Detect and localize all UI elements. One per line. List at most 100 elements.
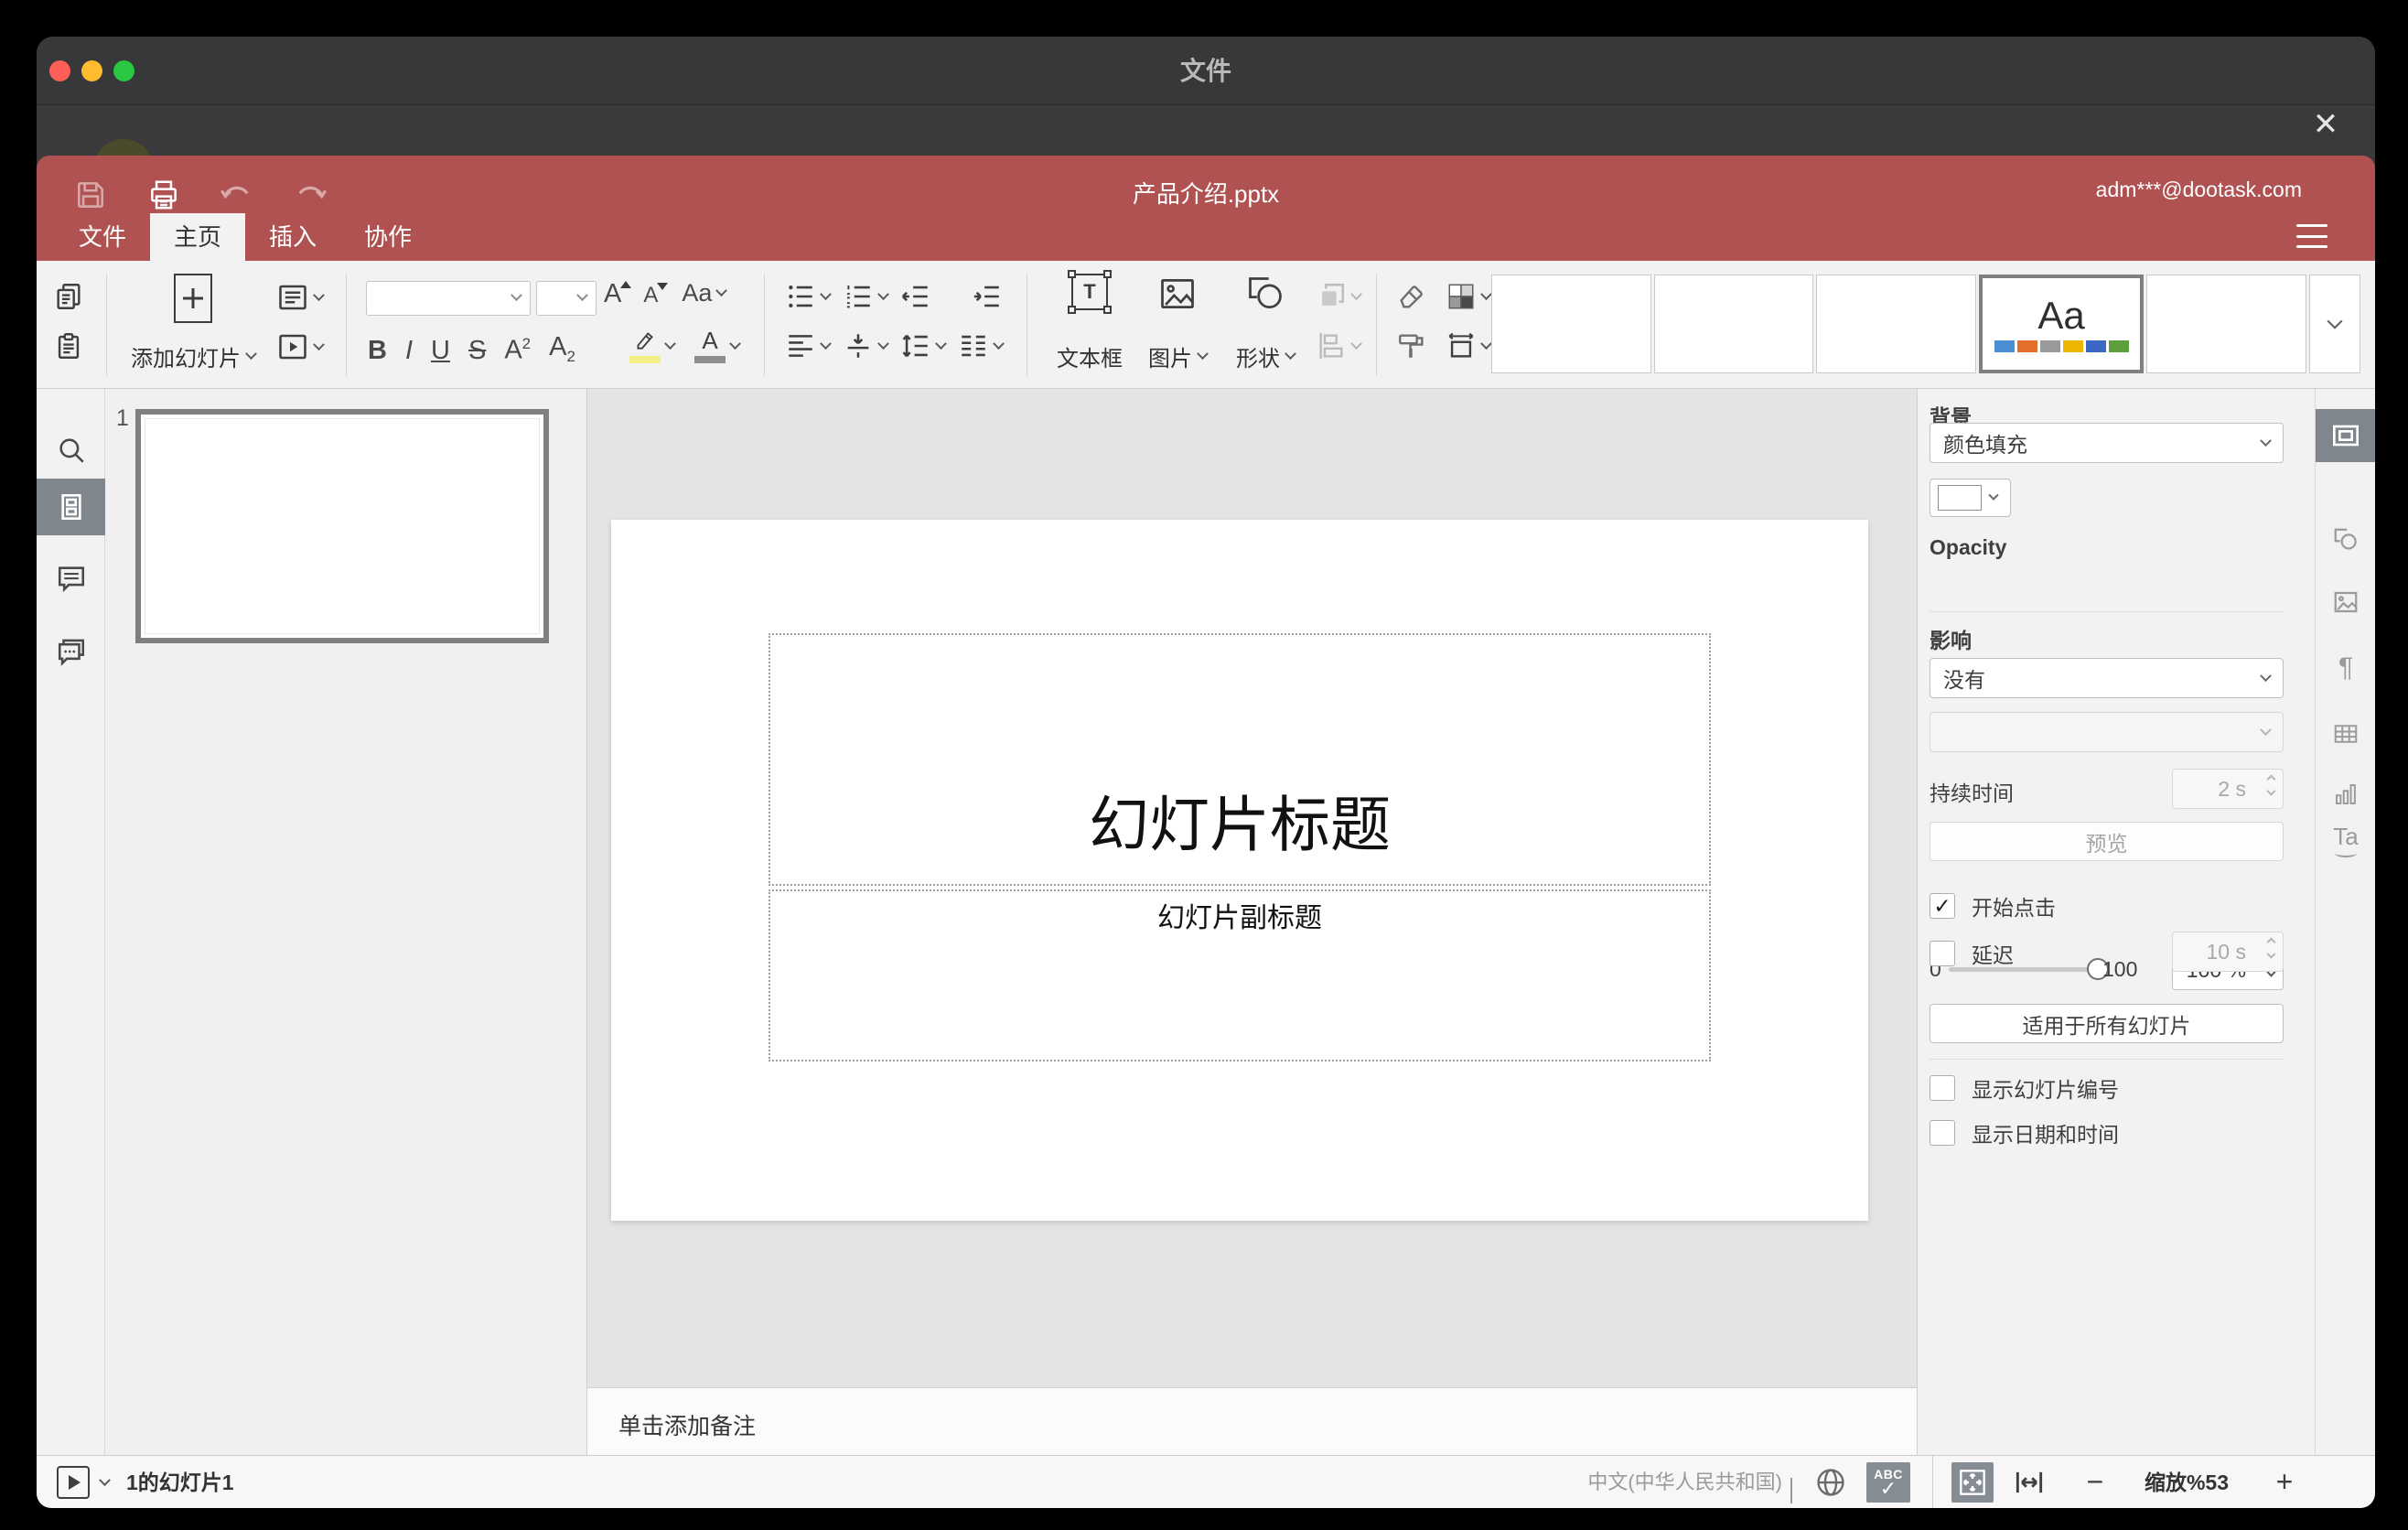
underline-button[interactable]: U [431,337,450,364]
increase-indent-button[interactable] [972,281,1003,312]
copy-button[interactable] [53,281,84,312]
paragraph-settings-button[interactable]: ¶ [2316,641,2375,695]
theme-cell[interactable] [1491,275,1651,373]
comments-button[interactable] [37,550,105,607]
window-title: 文件 [1179,57,1231,85]
slide-canvas[interactable]: 幻灯片标题 幻灯片副标题 [611,520,1868,1221]
decrease-font-button[interactable]: A [643,281,669,307]
theme-cell[interactable] [2146,275,2306,373]
slide-number: 1 [116,405,129,431]
preview-button[interactable]: 预览 [1930,822,2284,861]
table-icon [2334,725,2358,743]
theme-colors-button[interactable] [1446,281,1492,312]
delay-spinbox[interactable]: 10 s [2172,932,2284,972]
effect-type-select[interactable] [1930,712,2284,752]
theme-cell[interactable] [1816,275,1976,373]
paste-button[interactable] [53,330,84,361]
effect-select[interactable]: 没有 [1930,658,2284,698]
menu-icon[interactable] [2296,224,2327,248]
show-slide-number-checkbox[interactable] [1930,1075,1955,1101]
font-size-select[interactable] [536,281,597,316]
vertical-align-button[interactable] [843,330,889,361]
decrease-indent-button[interactable] [900,281,931,312]
insert-image-button[interactable]: 图片 [1138,270,1217,380]
arrange-shape-button[interactable] [1316,281,1362,312]
horizontal-align-button[interactable] [785,330,832,361]
search-button[interactable] [37,422,105,479]
insert-shape-button[interactable]: 形状 [1224,270,1306,380]
bullet-list-button[interactable] [785,281,832,312]
paint-roller-button[interactable] [1396,330,1427,361]
highlight-color-button[interactable] [629,329,676,363]
subtitle-placeholder[interactable]: 幻灯片副标题 [769,889,1711,1061]
delay-row: 延迟 [1930,938,2014,969]
set-language-button[interactable] [1813,1465,1848,1505]
opacity-max-label: 100 [2102,957,2138,981]
textbox-icon: T [1068,270,1112,314]
slide-settings-button[interactable] [2316,409,2375,462]
slide-thumbnail[interactable] [135,409,549,643]
columns-button[interactable] [958,330,1005,361]
fit-width-button[interactable] [2012,1465,2047,1505]
font-name-select[interactable] [366,281,531,316]
theme-gallery-expand-button[interactable] [2308,275,2360,373]
numbered-list-button[interactable] [843,281,889,312]
background-fill-select[interactable]: 颜色填充 [1930,423,2284,463]
tab-insert[interactable]: 插入 [245,213,340,261]
superscript-button[interactable]: A2 [504,336,531,364]
change-case-button[interactable]: Aa [682,281,728,306]
preview-options-chevron-icon[interactable] [99,1474,111,1487]
slide-size-button[interactable] [1446,330,1492,361]
background-color-picker[interactable] [1930,479,2011,517]
line-spacing-button[interactable] [900,330,947,361]
bold-button[interactable]: B [368,337,387,364]
language-selector[interactable]: 中文(中华人民共和国) [1579,1456,1782,1508]
notes-area[interactable]: 单击添加备注 [587,1387,1917,1455]
chat-button[interactable] [37,623,105,680]
table-settings-button[interactable] [2316,707,2375,760]
add-slide-button[interactable]: 添加幻灯片 [124,270,262,380]
delay-checkbox[interactable] [1930,941,1955,966]
subscript-button[interactable]: A2 [549,334,575,364]
tab-home[interactable]: 主页 [150,213,246,261]
notes-placeholder: 单击添加备注 [618,1414,757,1439]
spellcheck-check-icon: ✓ [1879,1477,1897,1500]
start-preview-button[interactable] [57,1466,90,1499]
spellcheck-button[interactable]: ABC ✓ [1866,1462,1910,1503]
image-settings-icon [2334,591,2358,613]
title-placeholder[interactable]: 幻灯片标题 [769,633,1711,886]
shape-settings-button[interactable] [2316,513,2375,566]
tab-collaboration[interactable]: 协作 [340,213,435,261]
fit-slide-button[interactable] [1951,1462,1994,1503]
close-icon[interactable]: ✕ [2304,102,2348,146]
font-color-button[interactable]: A [694,329,741,363]
image-settings-button[interactable] [2316,576,2375,629]
show-datetime-checkbox[interactable] [1930,1120,1955,1146]
italic-button[interactable]: I [405,337,413,364]
start-slideshow-button[interactable] [276,330,325,363]
slide-layout-button[interactable] [276,281,325,314]
start-on-click-checkbox[interactable]: ✓ [1930,893,1955,919]
theme-cell-selected[interactable]: Aa [1978,275,2145,373]
zoom-out-button[interactable]: − [2075,1456,2115,1508]
theme-cell[interactable] [1653,275,1814,373]
eraser-button[interactable] [1396,281,1427,312]
slides-icon [60,494,81,520]
start-on-click-label: 开始点击 [1972,896,2056,920]
apply-to-all-button[interactable]: 适用于所有幻灯片 [1930,1004,2284,1043]
language-caret-icon[interactable] [1790,1478,1792,1503]
search-icon [59,438,84,463]
increase-font-button[interactable]: A [604,281,632,307]
strikeout-button[interactable]: S [468,337,486,364]
editor-canvas[interactable]: 幻灯片标题 幻灯片副标题 [587,389,1917,1387]
tab-file[interactable]: 文件 [55,213,150,261]
align-shape-button[interactable] [1316,330,1362,361]
dark-zone: ✕ [37,106,2375,199]
insert-textbox-button[interactable]: T 文本框 [1048,270,1131,380]
zoom-in-button[interactable]: + [2264,1456,2305,1508]
chart-settings-button[interactable] [2316,768,2375,821]
slides-panel-button[interactable] [37,479,105,535]
start-on-click-row: ✓ 开始点击 [1930,890,2056,921]
textart-settings-button[interactable]: Ta [2316,814,2375,867]
duration-spinbox[interactable]: 2 s [2172,769,2284,809]
